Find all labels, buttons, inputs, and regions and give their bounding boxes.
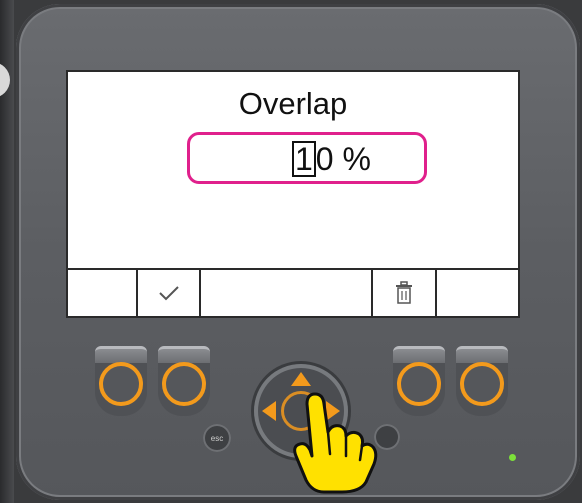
side-knob: [0, 62, 10, 98]
pointing-hand-icon: [293, 392, 378, 494]
adjacent-device-edge: [0, 0, 14, 503]
escape-label: esc: [210, 433, 224, 443]
softkey-confirm[interactable]: [138, 270, 201, 316]
softkey-bar: [68, 268, 518, 316]
value-field[interactable]: 10 %: [292, 141, 371, 178]
softkey-button-5[interactable]: [456, 346, 508, 416]
softkey-delete[interactable]: [373, 270, 437, 316]
button-ring-icon: [99, 362, 143, 406]
status-led: [509, 454, 516, 461]
arrow-left-icon: [262, 401, 276, 421]
button-ring-icon: [460, 362, 504, 406]
softkey-3[interactable]: [201, 270, 373, 316]
display-screen: Overlap 10 %: [66, 70, 520, 318]
button-ring-icon: [162, 362, 206, 406]
softkey-button-4[interactable]: [393, 346, 445, 416]
checkmark-icon: [158, 286, 179, 301]
softkey-1[interactable]: [68, 270, 138, 316]
softkey-5[interactable]: [437, 270, 518, 316]
button-ring-icon: [397, 362, 441, 406]
value-input-highlight[interactable]: 10 %: [187, 132, 427, 184]
escape-button[interactable]: esc: [203, 424, 231, 452]
softkey-button-1[interactable]: [95, 346, 147, 416]
trash-icon: [396, 281, 412, 304]
page-title: Overlap: [238, 86, 348, 121]
cursor-digit[interactable]: 1: [292, 141, 316, 177]
value-rest: 0 %: [315, 141, 371, 177]
softkey-button-2[interactable]: [158, 346, 210, 416]
